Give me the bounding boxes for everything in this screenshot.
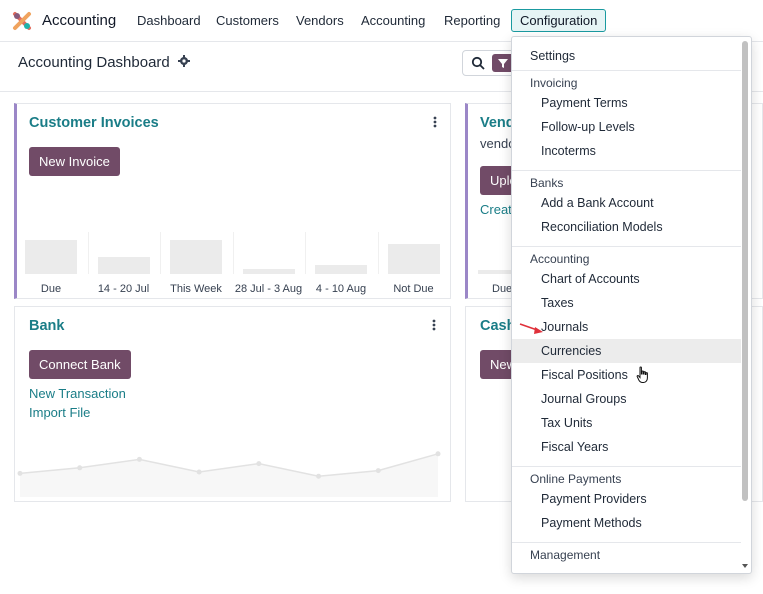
line-chart-point <box>136 456 142 462</box>
menu-item-follow-up-levels[interactable]: Follow-up Levels <box>512 115 741 139</box>
chart-divider <box>87 232 89 274</box>
line-chart-point <box>375 468 381 474</box>
line-chart-point <box>196 469 202 475</box>
bar-label: Not Due <box>393 283 434 295</box>
menu-item-payment-providers[interactable]: Payment Providers <box>512 487 741 511</box>
menu-item-chart-of-accounts[interactable]: Chart of Accounts <box>512 267 741 291</box>
line-chart-point <box>256 461 262 467</box>
bar-label: Due <box>492 283 513 295</box>
menu-separator <box>512 246 741 247</box>
customer-invoices-card: Customer Invoices New Invoice Due 14 - 20… <box>14 103 451 299</box>
chart-bar[interactable] <box>97 257 150 274</box>
chart-bar[interactable] <box>170 240 222 274</box>
menu-item-journal-groups[interactable]: Journal Groups <box>512 387 741 411</box>
line-chart-point <box>316 473 322 479</box>
menu-item-settings[interactable]: Settings <box>512 44 741 68</box>
menu-item-currencies[interactable]: Currencies <box>512 339 741 363</box>
bar-label: 14 - 20 Jul <box>97 283 150 295</box>
menu-section-header: Online Payments <box>530 472 622 486</box>
new-transaction-link[interactable]: New Transaction <box>29 386 126 401</box>
create-link[interactable]: Creat <box>480 202 512 217</box>
menu-item-payment-terms[interactable]: Payment Terms <box>512 91 741 115</box>
configuration-dropdown: Settings Invoicing Payment Terms Follow-up … <box>511 36 752 574</box>
import-file-link[interactable]: Import File <box>29 405 90 420</box>
chart-divider <box>305 232 306 274</box>
nav-dashboard[interactable]: Dashboard <box>137 13 201 28</box>
gear-icon[interactable] <box>178 55 190 67</box>
menu-separator <box>512 70 741 71</box>
connect-bank-button[interactable]: Connect Bank <box>29 350 131 379</box>
chart-divider <box>377 232 379 274</box>
scrollbar[interactable] <box>742 41 748 501</box>
menu-item-taxes[interactable]: Taxes <box>512 291 741 315</box>
bank-line-chart <box>17 451 441 497</box>
line-chart-area <box>20 453 438 497</box>
kebab-menu-icon[interactable] <box>433 116 437 128</box>
chart-divider <box>232 232 234 274</box>
menu-item-payment-methods[interactable]: Payment Methods <box>512 511 741 535</box>
hand-cursor-icon <box>636 366 648 383</box>
chart-bar[interactable] <box>25 240 77 274</box>
card-title[interactable]: Bank <box>29 318 64 334</box>
scroll-down-icon[interactable] <box>742 563 748 569</box>
bar-label: Due <box>40 283 62 295</box>
card-title[interactable]: Customer Invoices <box>29 115 159 131</box>
menu-item-fiscal-positions[interactable]: Fiscal Positions <box>512 363 741 387</box>
app-name[interactable]: Accounting <box>42 12 116 29</box>
line-chart-point <box>17 470 23 476</box>
menu-separator <box>512 170 741 171</box>
nav-customers[interactable]: Customers <box>216 13 279 28</box>
chart-bar[interactable] <box>387 244 440 274</box>
menu-item-journals[interactable]: Journals <box>512 315 741 339</box>
nav-configuration[interactable]: Configuration <box>511 9 607 32</box>
line-chart-point <box>77 465 83 471</box>
bar-label: 4 - 10 Aug <box>315 283 367 295</box>
chart-bar[interactable] <box>242 269 295 274</box>
menu-section-header: Accounting <box>530 252 590 266</box>
new-invoice-button[interactable]: New Invoice <box>29 147 120 176</box>
kebab-menu-icon[interactable] <box>432 319 436 331</box>
nav-reporting[interactable]: Reporting <box>444 13 500 28</box>
card-title[interactable]: Vend <box>480 115 515 131</box>
app-logo-icon[interactable] <box>12 11 32 31</box>
bar-label: 28 Jul - 3 Aug <box>234 283 303 295</box>
menu-section-header: Management <box>530 548 601 562</box>
menu-separator <box>512 466 741 467</box>
menu-item-add-a-bank-account[interactable]: Add a Bank Account <box>512 191 741 215</box>
search-icon <box>471 56 485 70</box>
annotation-arrow-icon <box>519 323 543 334</box>
chart-bar[interactable] <box>315 265 367 274</box>
menu-item-fiscal-years[interactable]: Fiscal Years <box>512 435 741 459</box>
menu-section-header: Invoicing <box>530 76 578 90</box>
chart-divider <box>160 232 161 274</box>
bar-label: This Week <box>170 283 222 295</box>
line-chart-point <box>435 451 441 457</box>
menu-item-reconciliation-models[interactable]: Reconciliation Models <box>512 215 741 239</box>
bank-card: Bank Connect Bank New Transaction Import… <box>14 306 451 502</box>
nav-vendors[interactable]: Vendors <box>296 13 344 28</box>
menu-separator <box>512 542 741 543</box>
menu-item-incoterms[interactable]: Incoterms <box>512 139 741 163</box>
menu-section-header: Banks <box>530 176 564 190</box>
page-title: Accounting Dashboard <box>18 54 170 71</box>
nav-accounting[interactable]: Accounting <box>361 13 425 28</box>
menu-item-tax-units[interactable]: Tax Units <box>512 411 741 435</box>
